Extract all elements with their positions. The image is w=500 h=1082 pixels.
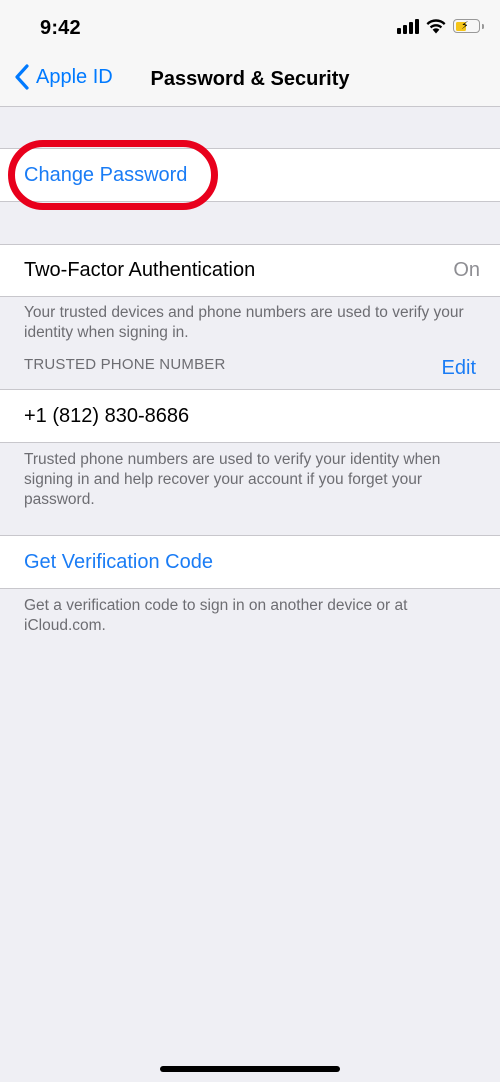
two-factor-label: Two-Factor Authentication [24, 259, 256, 281]
get-verification-code-row[interactable]: Get Verification Code [0, 535, 500, 589]
trusted-phone-number: +1 (812) 830-8686 [24, 404, 190, 427]
page-title: Password & Security [150, 68, 350, 90]
wifi-icon [426, 19, 446, 34]
get-verification-code-label: Get Verification Code [24, 550, 213, 573]
top-bar: 9:42 ⚡ Apple ID Password & Security [0, 0, 500, 107]
change-password-label: Change Password [24, 163, 188, 186]
trusted-phone-row[interactable]: +1 (812) 830-8686 [0, 389, 500, 443]
two-factor-footer: Your trusted devices and phone numbers a… [24, 304, 464, 341]
trusted-phone-footer: Trusted phone numbers are used to verify… [24, 451, 441, 508]
status-time: 9:42 [40, 17, 81, 39]
two-factor-row[interactable]: Two-Factor Authentication On [0, 244, 500, 297]
two-factor-status: On [453, 259, 480, 281]
battery-charging-icon: ⚡ [453, 19, 484, 33]
cellular-signal-icon [397, 18, 419, 34]
change-password-row[interactable]: Change Password [0, 148, 500, 202]
home-indicator[interactable] [160, 1066, 340, 1072]
trusted-phone-header: TRUSTED PHONE NUMBER [24, 356, 226, 373]
verification-footer: Get a verification code to sign in on an… [24, 597, 408, 634]
status-icons: ⚡ [397, 18, 484, 34]
edit-button[interactable]: Edit [442, 357, 476, 380]
screen: 9:42 ⚡ Apple ID Password & Security Chan… [0, 0, 500, 1082]
